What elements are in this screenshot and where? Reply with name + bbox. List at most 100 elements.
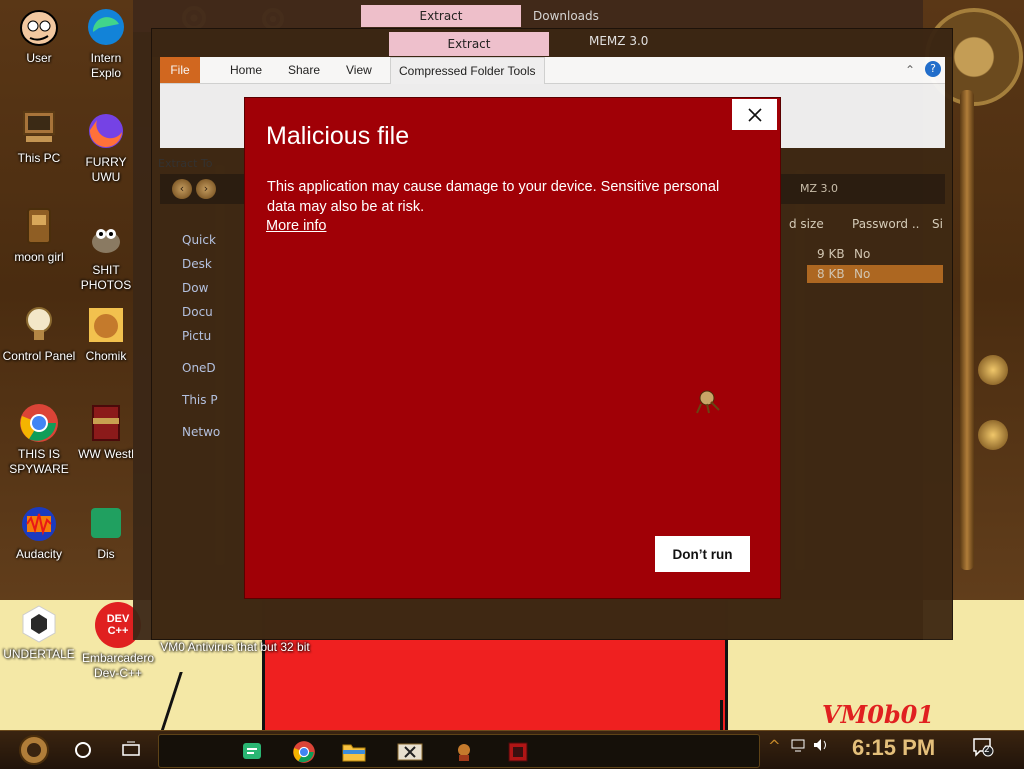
- tab-compressed-folder-tools[interactable]: Compressed Folder Tools: [390, 57, 545, 84]
- network-icon[interactable]: [790, 737, 806, 757]
- task-view-button[interactable]: [118, 733, 144, 767]
- sidebar-item-this-pc[interactable]: This P: [182, 393, 218, 407]
- desktop-icon-label: FURRY UWU: [85, 155, 127, 184]
- ribbon-group-extract-to[interactable]: Extract To: [158, 157, 212, 170]
- tab-view[interactable]: View: [338, 57, 380, 83]
- start-gear-icon: [19, 735, 49, 765]
- control-panel-icon: [18, 304, 60, 346]
- table-cell-size: 8 KB: [817, 267, 845, 281]
- desktop-icon-undertale[interactable]: UNDERTALE: [0, 602, 78, 662]
- desktop-icon-label: UNDERTALE: [3, 647, 75, 661]
- tab-share[interactable]: Share: [280, 57, 328, 83]
- window-title: Downloads: [533, 9, 599, 23]
- pipe-decoration: [960, 90, 974, 570]
- desktop-icon-moon-girl[interactable]: moon girl: [0, 205, 78, 265]
- desktop-icon-label: Intern Explo: [90, 51, 122, 80]
- desktop-icon-label: moon girl: [14, 250, 64, 264]
- wallpaper-signature: VM0b01: [822, 700, 935, 729]
- desktop-icon-label: Audacity: [15, 547, 63, 561]
- chrome-icon[interactable]: [289, 735, 319, 769]
- desktop-icon-dis[interactable]: Dis: [78, 502, 134, 562]
- taskbar-pinned-area: [158, 734, 760, 768]
- desktop-icon-wwe[interactable]: WW Westl: [78, 402, 134, 462]
- window-titlebar: Extract MEMZ 3.0: [152, 29, 952, 57]
- desktop-icon-label: Embarcadero Dev-C++: [81, 651, 155, 680]
- dialog-message: This application may cause damage to you…: [267, 179, 720, 215]
- winrar-icon: [85, 402, 127, 444]
- desktop-icon-label: WW Westl: [78, 447, 134, 461]
- forward-button[interactable]: ›: [196, 179, 216, 199]
- desktop-icon-shit-photos[interactable]: SHIT PHOTOS: [78, 218, 134, 293]
- sidebar-item-quick-access[interactable]: Quick: [182, 233, 216, 247]
- folder-icon: [18, 205, 60, 247]
- sidebar-item-pictures[interactable]: Pictu: [182, 329, 211, 343]
- desktop-icon-this-pc[interactable]: This PC: [0, 106, 78, 166]
- desktop-icon-label: VM0 Antivirus that but 32 bit: [160, 640, 310, 654]
- more-info-link[interactable]: More info: [266, 218, 326, 234]
- column-header-password[interactable]: Password ..: [852, 217, 920, 231]
- knob-decoration: [978, 355, 1008, 385]
- sidebar-item-desktop[interactable]: Desk: [182, 257, 212, 271]
- tab-file[interactable]: File: [160, 57, 200, 83]
- table-cell-size: 9 KB: [817, 247, 845, 261]
- close-icon: [747, 107, 762, 122]
- audacity-icon: [18, 502, 60, 544]
- desktop-icon-label: Chomik: [85, 349, 127, 363]
- desktop-icon-user[interactable]: User: [0, 6, 78, 66]
- start-button[interactable]: [12, 733, 56, 767]
- tab-home[interactable]: Home: [222, 57, 270, 83]
- desktop-icon-audacity[interactable]: Audacity: [0, 502, 78, 562]
- help-icon[interactable]: ?: [925, 61, 941, 77]
- notification-center-icon[interactable]: 2: [972, 737, 994, 761]
- desktop-icon-label: Dis: [97, 547, 115, 561]
- dialog-title: Malicious file: [266, 122, 410, 150]
- character-icon[interactable]: [449, 735, 479, 769]
- desktop-icon-control-panel[interactable]: Control Panel: [0, 304, 78, 364]
- back-button[interactable]: ‹: [172, 179, 192, 199]
- desktop-icon-label: User: [26, 51, 52, 65]
- dont-run-button[interactable]: Don’t run: [655, 536, 750, 572]
- taskbar-clock[interactable]: 6:15 PM: [852, 735, 935, 761]
- computer-icon: [18, 106, 60, 148]
- wallpaper-line: [720, 700, 737, 730]
- file-explorer-icon[interactable]: [339, 735, 369, 769]
- edge-icon: [85, 6, 127, 48]
- gimp-icon: [85, 218, 127, 260]
- close-button[interactable]: [732, 99, 777, 130]
- app-icon: [85, 502, 127, 544]
- desktop-icon-furry-uwu[interactable]: FURRY UWU: [78, 110, 134, 185]
- unity-icon: [18, 602, 60, 644]
- sidebar-item-network[interactable]: Netwo: [182, 425, 220, 439]
- desktop-icon-chomik[interactable]: Chomik: [78, 304, 134, 364]
- column-header-size-2[interactable]: Si: [932, 217, 943, 231]
- ribbon-tabs: File Home Share View Compressed Folder T…: [160, 57, 945, 84]
- cortana-circle-icon: [75, 742, 91, 758]
- mouse-cursor-icon: [693, 386, 723, 419]
- malicious-file-dialog: Malicious file This application may caus…: [245, 98, 780, 598]
- desktop-icon-internet-explorer[interactable]: Intern Explo: [78, 6, 134, 81]
- tab-extract[interactable]: Extract: [361, 5, 521, 27]
- sidebar-item-onedrive[interactable]: OneD: [182, 361, 216, 375]
- media-icon[interactable]: [503, 735, 533, 769]
- collapse-ribbon-icon[interactable]: ⌃: [905, 63, 915, 77]
- search-button[interactable]: [70, 733, 96, 767]
- volume-icon[interactable]: [812, 737, 830, 757]
- desktop-icon-vm0-antivirus[interactable]: VM0 Antivirus that but 32 bit: [155, 640, 315, 655]
- tab-extract[interactable]: Extract: [389, 32, 549, 56]
- knob-decoration: [978, 420, 1008, 450]
- tool-icon[interactable]: [395, 735, 425, 769]
- user-icon: [18, 6, 60, 48]
- sidebar-item-documents[interactable]: Docu: [182, 305, 213, 319]
- taskbar: ^ 6:15 PM 2: [0, 730, 1024, 769]
- chrome-icon: [18, 402, 60, 444]
- column-header-size[interactable]: d size: [789, 217, 824, 231]
- desktop-icon-label: This PC: [17, 151, 61, 165]
- table-cell-password: No: [854, 247, 871, 261]
- sidebar-item-downloads[interactable]: Dow: [182, 281, 208, 295]
- desktop-icon-label: THIS IS SPYWARE: [9, 447, 69, 476]
- breadcrumb[interactable]: MZ 3.0: [800, 182, 838, 195]
- hamster-icon: [85, 304, 127, 346]
- desktop-icon-this-is-spyware[interactable]: THIS IS SPYWARE: [0, 402, 78, 477]
- chat-icon[interactable]: [237, 735, 267, 769]
- show-hidden-icons[interactable]: ^: [768, 737, 781, 755]
